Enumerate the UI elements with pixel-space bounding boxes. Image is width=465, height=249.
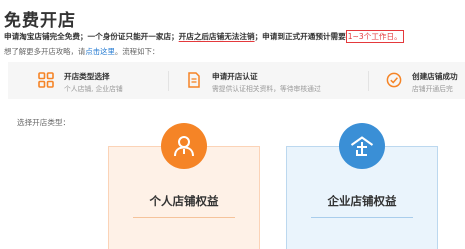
step-title: 创建店铺成功 [412, 72, 458, 81]
process-steps: 开店类型选择 个人店铺, 企业店铺 申请开店认证 需提供认证相关资料，等待审核通… [8, 62, 465, 99]
page-title: 免费开店 [4, 11, 76, 31]
personal-shop-card[interactable]: 个人店铺权益 [108, 123, 260, 249]
notice-highlight: 1~3个工作日。 [345, 30, 404, 43]
step-desc: 个人店铺, 企业店铺 [64, 85, 123, 93]
card-divider [311, 217, 413, 218]
help-prefix: 想了解更多开店攻略，请 [4, 47, 86, 56]
notice-text: 申请淘宝店铺完全免费；一个身份证只能开一家店；开店之后店铺无法注销；申请到正式开… [4, 30, 404, 43]
check-circle-icon [386, 72, 402, 88]
personal-card-label: 个人店铺权益 [149, 194, 219, 208]
enterprise-card-label: 企业店铺权益 [327, 194, 397, 208]
document-icon [188, 72, 200, 88]
enterprise-shop-card[interactable]: 企业店铺权益 [286, 123, 438, 249]
notice-part-3: ；申请到正式开通预计需要 [254, 32, 346, 41]
choose-type-label: 选择开店类型： [17, 118, 71, 127]
person-icon [174, 136, 194, 157]
grid-icon [38, 72, 54, 88]
personal-badge [161, 123, 207, 169]
help-text: 想了解更多开店攻略，请点击这里。流程如下： [4, 46, 159, 57]
step-desc: 店铺开通后完 [412, 85, 453, 93]
notice-part-1: 申请淘宝店铺完全免费；一个身份证只能开一家店； [4, 32, 179, 41]
step-desc: 需提供认证相关资料，等待审核通过 [212, 85, 321, 93]
help-link[interactable]: 点击这里 [85, 47, 115, 56]
step-title: 申请开店认证 [212, 72, 258, 81]
step-divider [168, 71, 169, 91]
enterprise-badge [339, 123, 385, 169]
card-divider [133, 217, 235, 218]
step-divider [368, 71, 369, 91]
step-title: 开店类型选择 [64, 72, 110, 81]
help-suffix: 。流程如下： [114, 47, 160, 56]
notice-part-2: 开店之后店铺无法注销 [178, 32, 255, 41]
enterprise-icon [350, 136, 374, 156]
